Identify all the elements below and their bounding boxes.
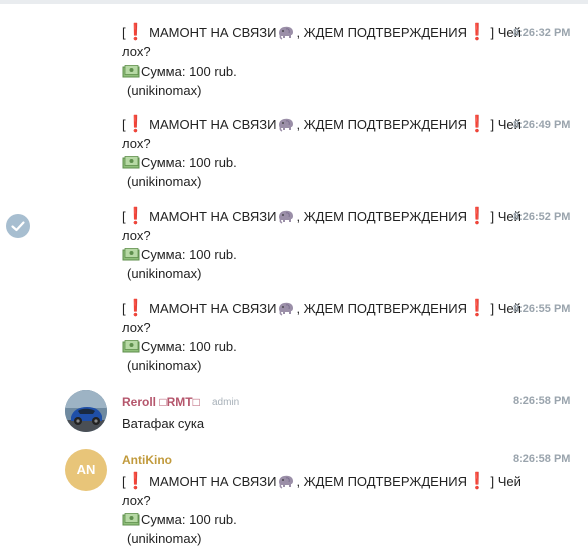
elephant-icon [279,210,294,224]
admin-badge: admin [212,397,240,408]
message-text: МАМОНТ НА СВЯЗИ [145,25,277,40]
message-text-2: , ЖДЕМ ПОДТВЕРЖДЕНИЯ [296,209,467,224]
money-icon [122,340,140,353]
red-exclamation-icon: ❗ [466,24,487,41]
message-1-user: (unikinomax) [127,83,202,98]
message-3-line-2: лох? [122,228,151,243]
message-3-line-1: [❗ МАМОНТ НА СВЯЗИ, ЖДЕМ ПОДТВЕРЖДЕНИЯ❗ … [122,207,521,226]
message-3-user: (unikinomax) [127,266,202,281]
message-amount: Сумма: 100 rub. [122,510,237,529]
message-3-amount: Сумма: 100 rub. [122,245,237,264]
message-2-line-1: [❗ МАМОНТ НА СВЯЗИ, ЖДЕМ ПОДТВЕРЖДЕНИЯ❗ … [122,115,521,134]
message-1-amount: Сумма: 100 rub. [122,62,237,81]
red-exclamation-icon: ❗ [125,208,146,225]
money-icon [122,156,140,169]
message-4-line-2: лох? [122,320,151,335]
message-1-time: 8:26:32 PM [513,27,571,39]
message-2-time: 8:26:49 PM [513,119,571,131]
red-exclamation-icon: ❗ [466,208,487,225]
elephant-icon [279,118,294,132]
money-icon [122,65,140,78]
message-text: МАМОНТ НА СВЯЗИ [145,474,277,489]
message-line-1: [❗ МАМОНТ НА СВЯЗИ, ЖДЕМ ПОДТВЕРЖДЕНИЯ❗ … [122,472,521,491]
red-exclamation-icon: ❗ [466,300,487,317]
author-name[interactable]: AntiKino [122,453,172,467]
message-text-3: ] Чей [486,474,521,489]
elephant-icon [279,302,294,316]
car-avatar-image [65,390,107,432]
red-exclamation-icon: ❗ [125,300,146,317]
message-4-user: (unikinomax) [127,358,202,373]
message-text: МАМОНТ НА СВЯЗИ [145,209,277,224]
top-border [0,0,588,4]
message-2-line-2: лох? [122,136,151,151]
money-icon [122,248,140,261]
check-circle-icon[interactable] [6,214,30,238]
red-exclamation-icon: ❗ [125,24,146,41]
amount-text: Сумма: 100 rub. [141,512,237,527]
money-icon [122,513,140,526]
avatar[interactable]: AN [65,449,107,491]
message-1-line-2: лох? [122,44,151,59]
message-4-time: 8:26:55 PM [513,303,571,315]
message-2-amount: Сумма: 100 rub. [122,153,237,172]
elephant-icon [279,475,294,489]
author-name[interactable]: Reroll □RMT□ [122,395,200,409]
message-1-line-1: [❗ МАМОНТ НА СВЯЗИ, ЖДЕМ ПОДТВЕРЖДЕНИЯ❗ … [122,23,521,42]
message-text-2: , ЖДЕМ ПОДТВЕРЖДЕНИЯ [296,474,467,489]
message-user: (unikinomax) [127,531,202,546]
message-time: 8:26:58 PM [513,453,571,465]
amount-text: Сумма: 100 rub. [141,64,237,79]
message-4-line-1: [❗ МАМОНТ НА СВЯЗИ, ЖДЕМ ПОДТВЕРЖДЕНИЯ❗ … [122,299,521,318]
message-text: Ватафак сука [122,416,205,431]
amount-text: Сумма: 100 rub. [141,247,237,262]
elephant-icon [279,26,294,40]
message-text-2: , ЖДЕМ ПОДТВЕРЖДЕНИЯ [296,301,467,316]
red-exclamation-icon: ❗ [466,473,487,490]
red-exclamation-icon: ❗ [125,116,146,133]
message-time: 8:26:58 PM [513,395,571,407]
red-exclamation-icon: ❗ [125,473,146,490]
amount-text: Сумма: 100 rub. [141,155,237,170]
red-exclamation-icon: ❗ [466,116,487,133]
message-line-2: лох? [122,493,151,508]
message-text-2: , ЖДЕМ ПОДТВЕРЖДЕНИЯ [296,117,467,132]
message-text-2: , ЖДЕМ ПОДТВЕРЖДЕНИЯ [296,25,467,40]
message-4-amount: Сумма: 100 rub. [122,337,237,356]
message-text: МАМОНТ НА СВЯЗИ [145,301,277,316]
avatar[interactable] [65,390,107,432]
message-3-time: 8:26:52 PM [513,211,571,223]
message-2-user: (unikinomax) [127,174,202,189]
amount-text: Сумма: 100 rub. [141,339,237,354]
message-text: МАМОНТ НА СВЯЗИ [145,117,277,132]
